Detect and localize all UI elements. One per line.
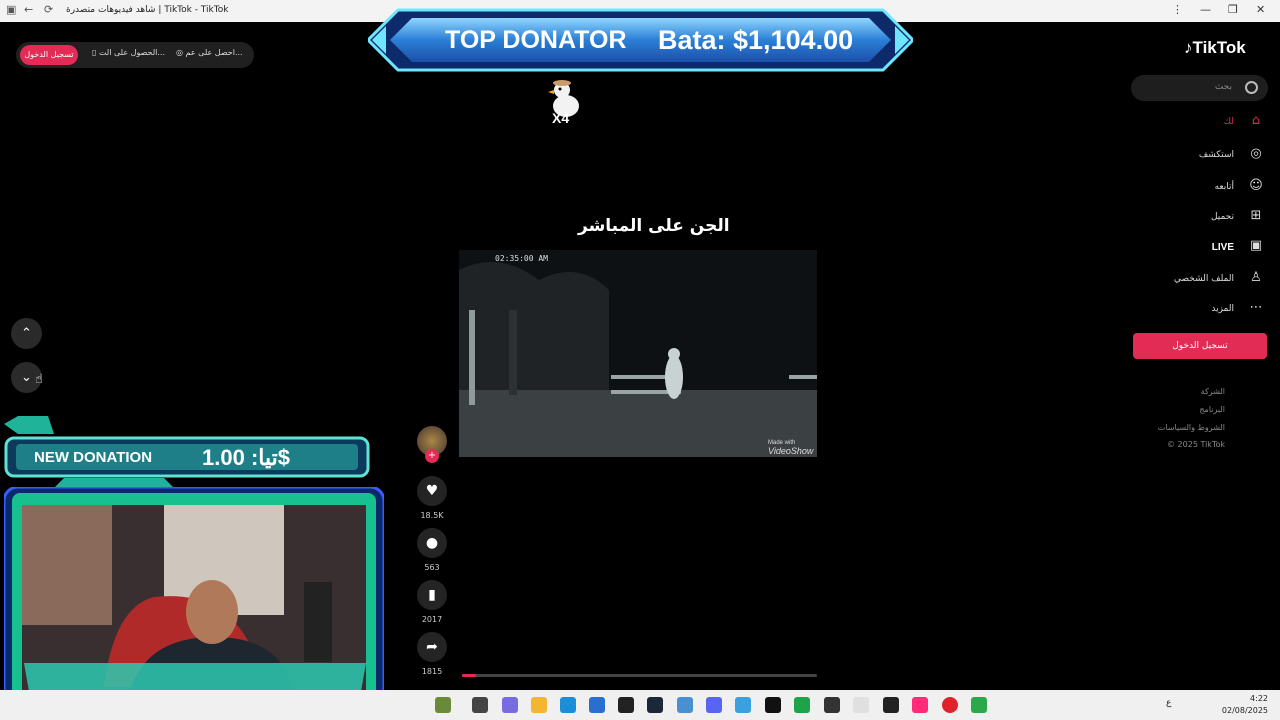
video-watermark: Made with VideoShow <box>768 440 814 456</box>
app3-icon[interactable] <box>794 697 810 713</box>
steam-icon[interactable] <box>647 697 663 713</box>
bookmark-icon: ▮ <box>428 587 436 603</box>
get-coins-pill[interactable]: ◎ احصل على عم... <box>176 48 243 57</box>
more-icon: ⋯ <box>1249 300 1263 315</box>
back-icon[interactable]: ← <box>24 3 33 16</box>
sidebar-item-upload[interactable]: تحميل ⊞ <box>1134 208 1264 230</box>
duck-multiplier: X4 <box>552 110 570 126</box>
search-input[interactable]: بحث <box>1131 75 1268 101</box>
search-icon[interactable] <box>1245 81 1258 94</box>
sidebar-item-foryou[interactable]: لك ⌂ <box>1134 113 1264 135</box>
footer-terms-link[interactable]: الشروط والسياسات <box>1158 423 1225 432</box>
donation-right-text: تيا: 1.00$ <box>202 445 290 470</box>
sidebar-item-live[interactable]: LIVE ▣ <box>1134 238 1264 260</box>
widget-icon[interactable] <box>435 697 451 713</box>
comment-count: 563 <box>424 563 440 572</box>
bookmark-button[interactable]: ▮ <box>417 580 447 610</box>
tiktok-live-icon[interactable] <box>912 697 928 713</box>
tiktok-icon[interactable] <box>765 697 781 713</box>
more-icon[interactable]: ⋮ <box>1172 3 1183 16</box>
copilot-icon[interactable] <box>502 697 518 713</box>
profile-icon: ♙ <box>1250 270 1262 285</box>
share-icon: ➦ <box>426 639 438 655</box>
footer-company-link[interactable]: الشركة <box>1201 387 1225 396</box>
restore-icon[interactable]: ❐ <box>1228 3 1238 16</box>
share-count: 1815 <box>421 667 443 676</box>
obs-icon[interactable] <box>824 697 840 713</box>
sidebar-item-more[interactable]: المزيد ⋯ <box>1134 300 1264 322</box>
comment-icon: ● <box>425 535 439 551</box>
tiktok-logo[interactable]: ♪TikTok <box>1184 38 1246 58</box>
epic-games-icon[interactable] <box>618 697 634 713</box>
store-icon[interactable] <box>589 697 605 713</box>
upload-icon: ⊞ <box>1250 208 1262 223</box>
search-placeholder: بحث <box>1214 82 1232 92</box>
windows-taskbar: ع 4:22 02/08/2025 <box>0 690 1280 720</box>
sidebar-item-following[interactable]: أتابعه ☺ <box>1134 178 1264 200</box>
mouse-cursor-icon: ☝ <box>35 372 43 387</box>
video-player[interactable] <box>459 250 817 457</box>
4k-icon[interactable] <box>883 697 899 713</box>
minimize-icon[interactable]: — <box>1200 3 1211 16</box>
donation-left-text: NEW DONATION <box>34 449 153 466</box>
app2-icon[interactable] <box>735 697 751 713</box>
xbox-icon[interactable] <box>971 697 987 713</box>
phone-icon: ▯ <box>92 48 97 57</box>
discord-icon[interactable] <box>706 697 722 713</box>
following-icon: ☺ <box>1249 178 1263 193</box>
webcam-overlay <box>4 487 384 713</box>
browser-icon: ▣ <box>6 3 17 16</box>
edge-icon[interactable] <box>560 697 576 713</box>
login-pill-button[interactable]: تسجيل الدخول <box>20 45 78 65</box>
share-button[interactable]: ➦ <box>417 632 447 662</box>
live-icon: ▣ <box>1249 238 1263 253</box>
browser-title: شاهد فيديوهات متصدرة | TikTok - TikTok <box>66 5 229 15</box>
bookmark-count: 2017 <box>421 615 443 624</box>
video-progress-fill <box>462 674 477 677</box>
video-frame <box>459 250 817 457</box>
like-count: 18.5K <box>420 511 444 520</box>
footer-program-link[interactable]: البرنامج <box>1199 405 1225 414</box>
sidebar-item-profile[interactable]: الملف الشخصي ♙ <box>1134 270 1264 292</box>
video-progress-bar[interactable] <box>462 674 817 677</box>
reload-icon[interactable]: ⟳ <box>44 3 53 16</box>
coin-icon: ◎ <box>176 48 183 57</box>
heart-icon: ♥ <box>425 483 439 499</box>
app4-icon[interactable] <box>853 697 869 713</box>
tiktok-note-icon: ♪ <box>1184 38 1193 57</box>
chevron-up-icon: ⌃ <box>21 326 32 341</box>
language-indicator[interactable]: ع <box>1166 698 1171 708</box>
previous-video-button[interactable]: ⌃ <box>11 318 42 349</box>
close-icon[interactable]: ✕ <box>1256 3 1265 16</box>
footer-copyright: © 2025 TikTok <box>1167 440 1225 449</box>
chevron-down-icon: ⌄ <box>21 370 32 385</box>
video-timestamp: 02:35:00 AM <box>495 254 548 263</box>
follow-plus-icon[interactable]: + <box>425 449 439 463</box>
comment-button[interactable]: ● <box>417 528 447 558</box>
banner-left-text: TOP DONATOR <box>445 26 627 54</box>
opera-icon[interactable] <box>942 697 958 713</box>
sidebar-item-explore[interactable]: استكشف ◎ <box>1134 146 1264 168</box>
video-caption: الجن على المباشر <box>578 216 730 236</box>
compass-icon: ◎ <box>1250 146 1262 161</box>
app-icon[interactable] <box>677 697 693 713</box>
task-view-icon[interactable] <box>472 697 488 713</box>
login-button[interactable]: تسجيل الدخول <box>1133 333 1267 359</box>
home-icon: ⌂ <box>1251 113 1261 128</box>
like-button[interactable]: ♥ <box>417 476 447 506</box>
file-explorer-icon[interactable] <box>531 697 547 713</box>
clock[interactable]: 4:22 02/08/2025 <box>1222 693 1268 717</box>
banner-right-text: Bata: $1,104.00 <box>658 25 854 55</box>
get-app-pill[interactable]: ▯ الحصول على الت... <box>92 48 165 57</box>
